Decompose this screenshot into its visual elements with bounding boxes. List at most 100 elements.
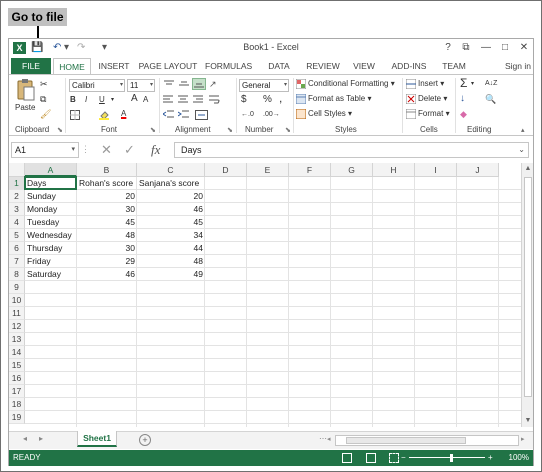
cut-icon[interactable]: ✂: [40, 78, 48, 90]
row-header-14[interactable]: 14: [9, 346, 25, 359]
tab-formulas[interactable]: FORMULAS: [205, 58, 252, 74]
increase-indent-icon[interactable]: [177, 110, 190, 122]
row-header-19[interactable]: 19: [9, 411, 25, 424]
tab-split-icon[interactable]: ⋯: [319, 434, 327, 443]
clear-button[interactable]: ◆: [460, 108, 467, 120]
column-header-e[interactable]: E: [247, 163, 289, 177]
cell-b7[interactable]: 29: [77, 255, 137, 268]
vertical-scrollbar[interactable]: ▲ ▼: [521, 163, 533, 427]
row-header-10[interactable]: 10: [9, 294, 25, 307]
cell-b8[interactable]: 46: [77, 268, 137, 281]
cell-c5[interactable]: 34: [137, 229, 205, 242]
cell-c6[interactable]: 44: [137, 242, 205, 255]
zoom-slider-handle[interactable]: [450, 454, 453, 462]
underline-dropdown-icon[interactable]: ▾: [111, 94, 114, 106]
row-header-3[interactable]: 3: [9, 203, 25, 216]
column-header-d[interactable]: D: [205, 163, 247, 177]
wrap-text-icon[interactable]: [209, 95, 221, 107]
cell-b5[interactable]: 48: [77, 229, 137, 242]
align-center-icon[interactable]: [178, 95, 190, 107]
column-header-b[interactable]: B: [77, 163, 137, 177]
cell-b6[interactable]: 30: [77, 242, 137, 255]
page-layout-view-icon[interactable]: [366, 453, 376, 463]
sheet-tab-sheet1[interactable]: Sheet1: [77, 431, 117, 447]
horizontal-scrollbar[interactable]: [335, 435, 519, 446]
borders-icon[interactable]: [70, 109, 82, 121]
name-box[interactable]: A1 ▾: [11, 142, 79, 158]
decrease-indent-icon[interactable]: [162, 110, 175, 122]
ribbon-display-icon[interactable]: ⧉: [459, 41, 473, 55]
autosum-dropdown-icon[interactable]: ▾: [471, 78, 474, 90]
sort-filter-button[interactable]: A↓Z: [485, 78, 497, 90]
decrease-decimal-icon[interactable]: .00→: [263, 109, 280, 121]
collapse-ribbon-icon[interactable]: ▴: [521, 125, 525, 137]
orientation-icon[interactable]: ↗: [209, 79, 217, 90]
scroll-left-icon[interactable]: ◂: [327, 435, 331, 443]
italic-button[interactable]: I: [85, 94, 87, 106]
row-header-2[interactable]: 2: [9, 190, 25, 203]
cell-b1[interactable]: Rohan's score: [77, 177, 137, 190]
currency-button[interactable]: $: [241, 94, 247, 106]
shrink-font-button[interactable]: A: [143, 94, 148, 106]
cell-c1[interactable]: Sanjana's score: [137, 177, 205, 190]
cancel-entry-icon[interactable]: ✕: [101, 142, 112, 158]
vertical-scroll-thumb[interactable]: [524, 177, 532, 397]
conditional-formatting-button[interactable]: Conditional Formatting ▾: [296, 78, 395, 90]
tab-team[interactable]: TEAM: [439, 58, 469, 74]
bottom-align-icon[interactable]: [192, 78, 206, 90]
format-cells-button[interactable]: Format ▾: [406, 108, 450, 120]
fill-color-icon[interactable]: [99, 109, 111, 121]
sign-in-link[interactable]: Sign in: [505, 58, 531, 74]
bold-button[interactable]: B: [70, 94, 76, 106]
cell-c4[interactable]: 45: [137, 216, 205, 229]
column-header-a[interactable]: A: [25, 163, 77, 177]
format-painter-icon[interactable]: 🖌: [40, 108, 51, 120]
delete-cells-button[interactable]: Delete ▾: [406, 93, 447, 105]
percent-button[interactable]: %: [263, 94, 272, 106]
sheet-next-icon[interactable]: ▸: [39, 434, 43, 443]
cell-b3[interactable]: 30: [77, 203, 137, 216]
column-header-c[interactable]: C: [137, 163, 205, 177]
top-align-icon[interactable]: [163, 80, 175, 92]
zoom-out-button[interactable]: −: [401, 450, 406, 466]
tab-add-ins[interactable]: ADD-INS: [389, 58, 429, 74]
row-header-12[interactable]: 12: [9, 320, 25, 333]
cell-b2[interactable]: 20: [77, 190, 137, 203]
tab-insert[interactable]: INSERT: [97, 58, 131, 74]
column-header-f[interactable]: F: [289, 163, 331, 177]
row-header-8[interactable]: 8: [9, 268, 25, 281]
cell-b4[interactable]: 45: [77, 216, 137, 229]
font-launcher-icon[interactable]: ⬊: [150, 126, 156, 134]
scroll-down-icon[interactable]: ▼: [522, 417, 534, 424]
cell-c8[interactable]: 49: [137, 268, 205, 281]
close-icon[interactable]: ✕: [517, 41, 531, 55]
zoom-in-button[interactable]: +: [488, 450, 493, 466]
zoom-percentage[interactable]: 100%: [509, 450, 529, 466]
zoom-slider[interactable]: [409, 457, 485, 458]
tab-home[interactable]: HOME: [53, 58, 91, 75]
tab-file[interactable]: FILE: [11, 58, 51, 74]
format-as-table-button[interactable]: Format as Table ▾: [296, 93, 371, 105]
font-color-icon[interactable]: A: [121, 108, 126, 120]
paste-icon[interactable]: [15, 79, 35, 101]
number-launcher-icon[interactable]: ⬊: [285, 126, 291, 134]
page-break-view-icon[interactable]: [389, 453, 399, 463]
cell-c2[interactable]: 20: [137, 190, 205, 203]
tab-data[interactable]: DATA: [265, 58, 293, 74]
column-header-j[interactable]: J: [457, 163, 499, 177]
minimize-icon[interactable]: —: [479, 41, 493, 55]
select-all-corner[interactable]: [9, 163, 25, 177]
row-header-17[interactable]: 17: [9, 385, 25, 398]
scroll-right-icon[interactable]: ▸: [521, 435, 525, 443]
horizontal-scroll-thumb[interactable]: [346, 437, 466, 444]
cell-c3[interactable]: 46: [137, 203, 205, 216]
help-icon[interactable]: ?: [441, 41, 455, 55]
cell-styles-button[interactable]: Cell Styles ▾: [296, 108, 352, 120]
row-header-7[interactable]: 7: [9, 255, 25, 268]
maximize-icon[interactable]: □: [498, 41, 512, 55]
row-header-9[interactable]: 9: [9, 281, 25, 294]
row-header-16[interactable]: 16: [9, 372, 25, 385]
add-sheet-button[interactable]: +: [139, 434, 151, 446]
font-name-select[interactable]: Calibri ▾: [69, 79, 125, 92]
column-header-g[interactable]: G: [331, 163, 373, 177]
